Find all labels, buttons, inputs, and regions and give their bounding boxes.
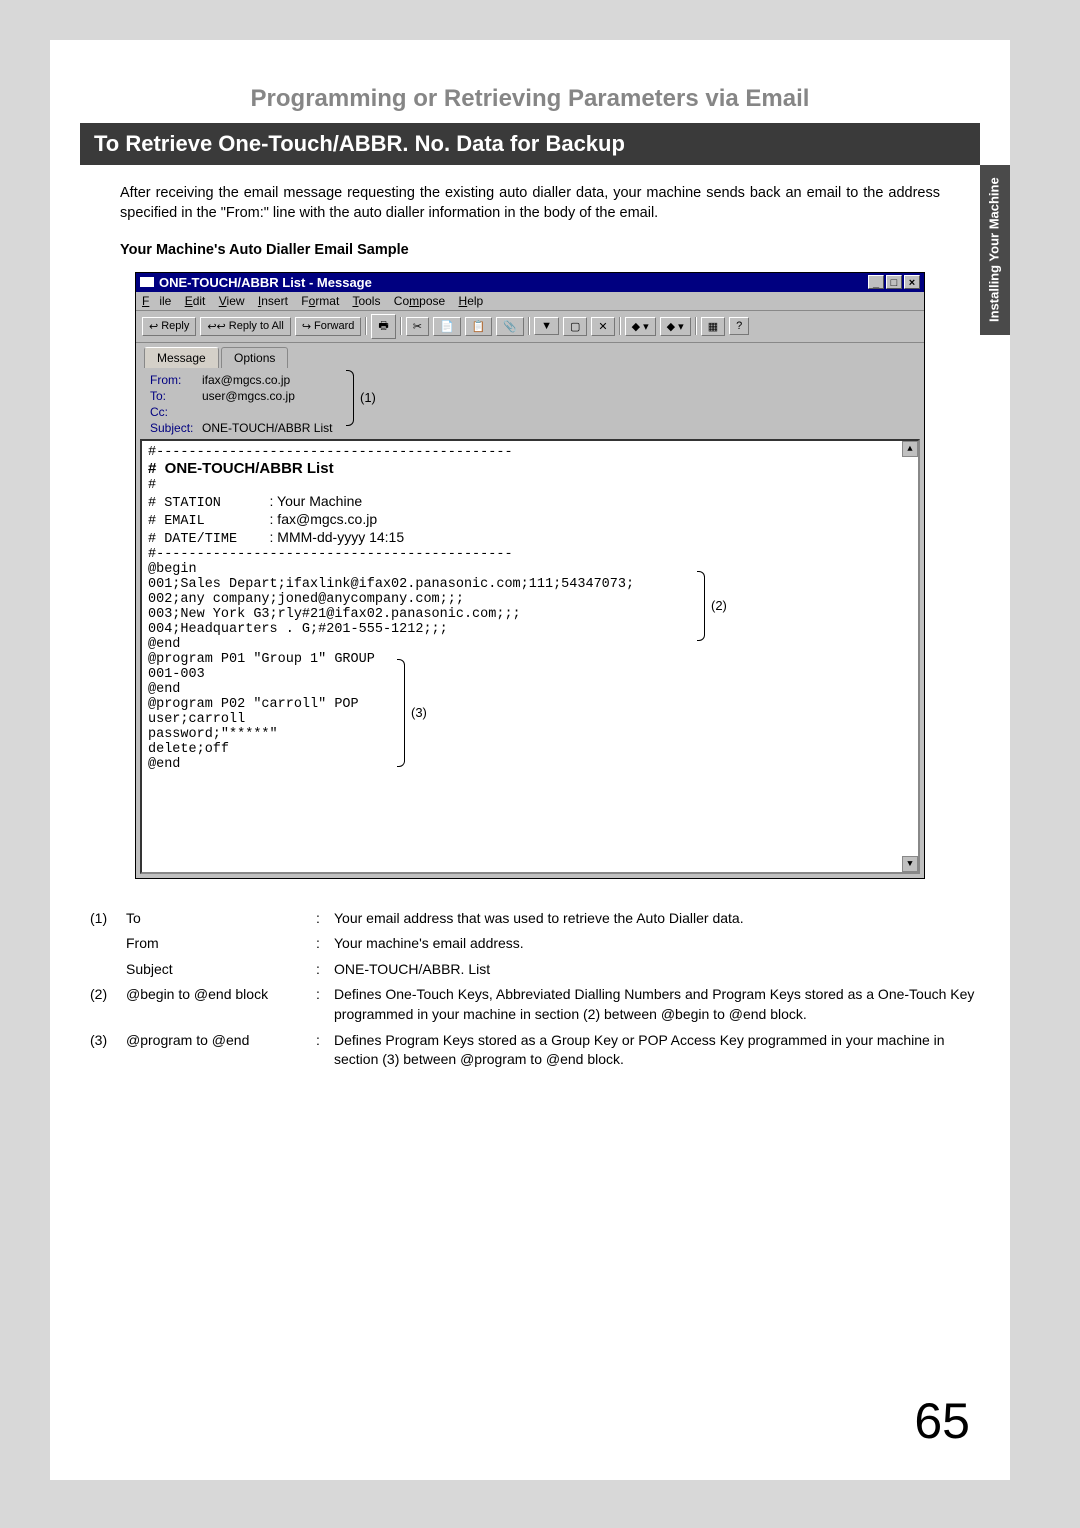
legend-colon: : — [316, 960, 334, 980]
help-button[interactable]: ? — [729, 317, 749, 335]
window-title: ONE-TOUCH/ABBR List - Message — [159, 275, 372, 290]
toolbar-separator — [365, 317, 367, 335]
legend-colon: : — [316, 909, 334, 929]
annotation-2: (2) — [697, 571, 727, 641]
legend-colon: : — [316, 934, 334, 954]
delete-button[interactable]: ✕ — [591, 317, 614, 336]
menu-compose[interactable]: Compose — [394, 294, 445, 308]
toolbar-separator — [619, 317, 621, 335]
legend-desc: Defines One-Touch Keys, Abbreviated Dial… — [334, 985, 984, 1024]
cat-button[interactable]: ▦ — [701, 317, 725, 336]
legend-num — [90, 934, 126, 954]
to-label: To: — [150, 389, 202, 403]
scroll-down[interactable]: ▼ — [902, 856, 918, 872]
page-number: 65 — [914, 1392, 970, 1450]
message-body: #---------------------------------------… — [140, 439, 920, 874]
toolbar: ↩ Reply ↩↩ Reply to All ↪ Forward 🖶 ✂ 📄 … — [136, 311, 924, 343]
copy-button[interactable]: 📄 — [433, 317, 461, 336]
legend-row: Subject : ONE-TOUCH/ABBR. List — [90, 960, 1010, 980]
legend-colon: : — [316, 1031, 334, 1070]
legend-desc: Your email address that was used to retr… — [334, 909, 984, 929]
paste-button[interactable]: 📋 — [465, 317, 493, 336]
reply-button[interactable]: ↩ Reply — [142, 317, 196, 336]
from-value: ifax@mgcs.co.jp — [202, 373, 290, 387]
menu-edit[interactable]: Edit — [185, 294, 206, 308]
sample-label: Your Machine's Auto Dialler Email Sample — [120, 242, 940, 258]
menu-format[interactable]: Format — [301, 294, 339, 308]
menu-help[interactable]: Help — [459, 294, 484, 308]
forward-button[interactable]: ↪ Forward — [295, 317, 362, 336]
print-button[interactable]: 🖶 — [371, 314, 395, 339]
flag-button[interactable]: ▼ — [534, 317, 559, 335]
menu-tools[interactable]: Tools — [352, 294, 380, 308]
legend-key: Subject — [126, 960, 316, 980]
section-title: Programming or Retrieving Parameters via… — [50, 85, 1010, 113]
annotation-3: (3) — [397, 659, 427, 767]
tab-message[interactable]: Message — [144, 347, 219, 368]
toolbar-separator — [695, 317, 697, 335]
subject-label: Subject: — [150, 421, 202, 435]
minimize-button[interactable]: _ — [868, 275, 884, 289]
sidebar-tab: Installing Your Machine — [980, 165, 1010, 335]
menu-insert[interactable]: Insert — [258, 294, 288, 308]
legend-row: (2) @begin to @end block : Defines One-T… — [90, 985, 1010, 1024]
menu-file[interactable]: File — [142, 294, 171, 308]
scroll-up[interactable]: ▲ — [902, 441, 918, 457]
toolbar-separator — [528, 317, 530, 335]
legend-row: (1) To : Your email address that was use… — [90, 909, 1010, 929]
to-value: user@mgcs.co.jp — [202, 389, 295, 403]
email-window: ONE-TOUCH/ABBR List - Message _ □ × File… — [135, 272, 925, 879]
annotation-1: (1) — [346, 370, 376, 426]
move-button[interactable]: ▢ — [563, 317, 587, 336]
legend-key: To — [126, 909, 316, 929]
legend-row: (3) @program to @end : Defines Program K… — [90, 1031, 1010, 1070]
menubar: File Edit View Insert Format Tools Compo… — [136, 292, 924, 311]
cc-label: Cc: — [150, 405, 202, 419]
legend-key: @begin to @end block — [126, 985, 316, 1024]
legend-table: (1) To : Your email address that was use… — [90, 909, 1010, 1070]
menu-view[interactable]: View — [219, 294, 245, 308]
tab-options[interactable]: Options — [221, 347, 288, 368]
legend-desc: ONE-TOUCH/ABBR. List — [334, 960, 984, 980]
subject-value: ONE-TOUCH/ABBR List — [202, 421, 332, 435]
intro-paragraph: After receiving the email message reques… — [120, 183, 940, 224]
window-titlebar: ONE-TOUCH/ABBR List - Message _ □ × — [136, 273, 924, 292]
restore-button[interactable]: □ — [886, 275, 902, 289]
next-button[interactable]: ◆ ▾ — [660, 317, 691, 336]
legend-key: @program to @end — [126, 1031, 316, 1070]
legend-key: From — [126, 934, 316, 954]
document-page: Installing Your Machine Programming or R… — [50, 40, 1010, 1480]
legend-num: (1) — [90, 909, 126, 929]
tabs: Message Options — [136, 343, 924, 368]
legend-row: From : Your machine's email address. — [90, 934, 1010, 954]
envelope-icon — [140, 277, 154, 287]
prev-button[interactable]: ◆ ▾ — [625, 317, 656, 336]
message-headers: From:ifax@mgcs.co.jp To:user@mgcs.co.jp … — [136, 368, 924, 439]
subsection-bar: To Retrieve One-Touch/ABBR. No. Data for… — [80, 123, 980, 165]
legend-num: (3) — [90, 1031, 126, 1070]
legend-desc: Your machine's email address. — [334, 934, 984, 954]
from-label: From: — [150, 373, 202, 387]
reply-all-button[interactable]: ↩↩ Reply to All — [200, 317, 290, 336]
cut-button[interactable]: ✂ — [406, 317, 429, 336]
legend-colon: : — [316, 985, 334, 1024]
legend-num — [90, 960, 126, 980]
toolbar-separator — [400, 317, 402, 335]
attach-button[interactable]: 📎 — [496, 317, 524, 336]
legend-num: (2) — [90, 985, 126, 1024]
legend-desc: Defines Program Keys stored as a Group K… — [334, 1031, 984, 1070]
close-button[interactable]: × — [904, 275, 920, 289]
